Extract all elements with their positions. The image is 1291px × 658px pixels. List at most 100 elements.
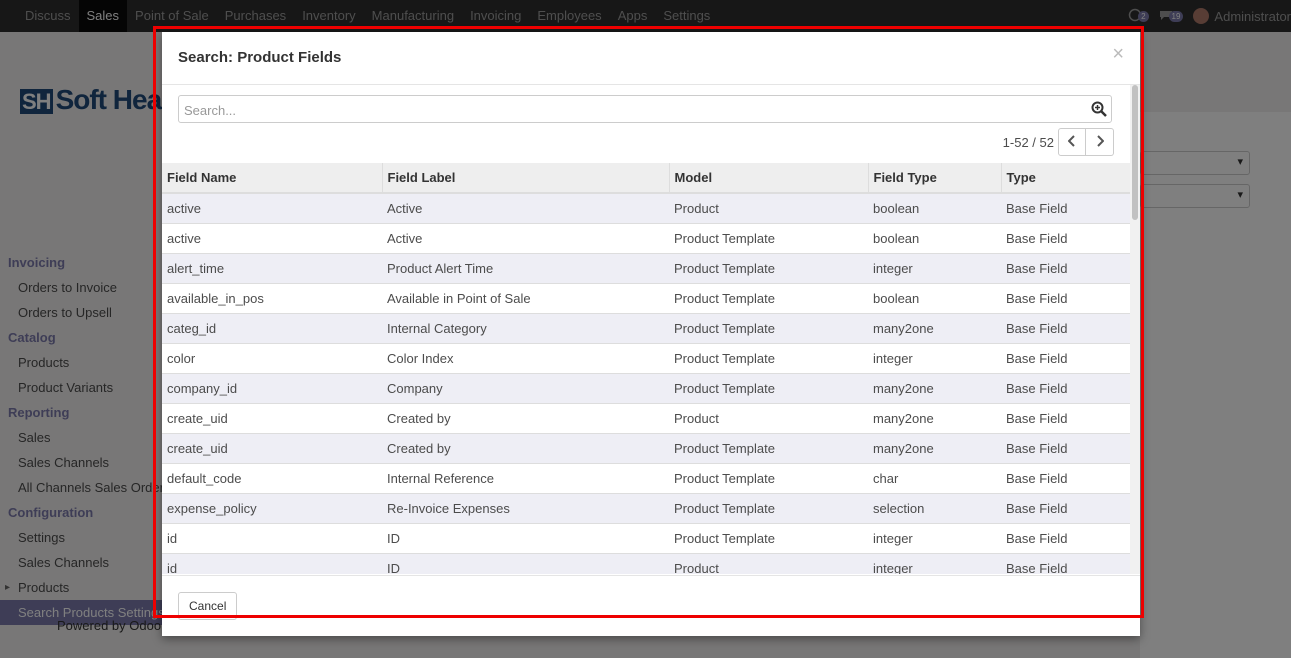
table-cell: Product Template — [669, 223, 868, 254]
table-cell: Base Field — [1001, 553, 1130, 574]
table-cell: Product Template — [669, 313, 868, 344]
table-row[interactable]: id ID Product integer Base Field — [162, 553, 1130, 574]
table-cell: active — [162, 223, 382, 254]
table-cell: boolean — [868, 192, 1001, 224]
table-cell: ID — [382, 523, 669, 554]
table-row[interactable]: create_uid Created by Product many2one Base … — [162, 403, 1130, 434]
table-cell: Product — [669, 403, 868, 434]
column-header[interactable]: Field Type — [868, 163, 1002, 194]
table-cell: Product Template — [669, 343, 868, 374]
search-icon[interactable] — [1091, 101, 1107, 117]
table-cell: ID — [382, 553, 669, 574]
table-cell: many2one — [868, 373, 1001, 404]
table-cell: create_uid — [162, 433, 382, 464]
pager-previous-button[interactable] — [1058, 128, 1086, 156]
table-cell: many2one — [868, 313, 1001, 344]
table-row[interactable]: default_code Internal Reference Product Te… — [162, 463, 1130, 494]
table-cell: default_code — [162, 463, 382, 494]
table-cell: alert_time — [162, 253, 382, 284]
table-cell: Base Field — [1001, 253, 1130, 284]
table-row[interactable]: available_in_pos Available in Point of Sa… — [162, 283, 1130, 314]
table-cell: Base Field — [1001, 433, 1130, 464]
table-cell: Base Field — [1001, 223, 1130, 254]
table-cell: Product Template — [669, 493, 868, 524]
table-cell: Company — [382, 373, 669, 404]
table-row[interactable]: active Active Product Template boolean Base … — [162, 223, 1130, 254]
table-cell: Base Field — [1001, 313, 1130, 344]
table-cell: Product Template — [669, 433, 868, 464]
table-cell: Product Template — [669, 283, 868, 314]
table-cell: Product — [669, 192, 868, 224]
chevron-right-icon — [1096, 134, 1104, 150]
table-cell: Base Field — [1001, 373, 1130, 404]
table-cell: Base Field — [1001, 403, 1130, 434]
table-cell: Created by — [382, 433, 669, 464]
search-box — [178, 95, 1112, 124]
table-cell: char — [868, 463, 1001, 494]
table-cell: Product Template — [669, 523, 868, 554]
table-cell: Base Field — [1001, 493, 1130, 524]
scrollbar-thumb[interactable] — [1132, 85, 1138, 220]
table-cell: Created by — [382, 403, 669, 434]
table-row[interactable]: categ_id Internal Category Product Templat… — [162, 313, 1130, 344]
table-row[interactable]: id ID Product Template integer Base Field — [162, 523, 1130, 554]
table-cell: Product Template — [669, 463, 868, 494]
table-cell: Color Index — [382, 343, 669, 374]
pager: 1-52 / 52 — [1003, 128, 1114, 156]
table-cell: Base Field — [1001, 283, 1130, 314]
table-cell: Internal Category — [382, 313, 669, 344]
table-cell: company_id — [162, 373, 382, 404]
search-input[interactable] — [179, 96, 1066, 124]
table-cell: expense_policy — [162, 493, 382, 524]
table-cell: integer — [868, 343, 1001, 374]
chevron-left-icon — [1067, 134, 1076, 150]
search-dialog: Search: Product Fields × 1-52 / 52 — [162, 32, 1140, 636]
table-row[interactable]: expense_policy Re-Invoice Expenses Product… — [162, 493, 1130, 524]
table-cell: Product Template — [669, 373, 868, 404]
scrollbar[interactable] — [1130, 85, 1140, 574]
column-header[interactable]: Model — [669, 163, 869, 194]
table-cell: selection — [868, 493, 1001, 524]
table-cell: active — [162, 192, 382, 224]
table-cell: many2one — [868, 433, 1001, 464]
close-icon[interactable]: × — [1112, 44, 1124, 64]
column-header[interactable]: Field Label — [382, 163, 670, 194]
table-cell: Product Alert Time — [382, 253, 669, 284]
table-cell: Base Field — [1001, 523, 1130, 554]
table-cell: integer — [868, 553, 1001, 574]
pager-next-button[interactable] — [1086, 128, 1114, 156]
table-row[interactable]: create_uid Created by Product Template many… — [162, 433, 1130, 464]
pager-value[interactable]: 1-52 / 52 — [1003, 135, 1054, 150]
table-cell: create_uid — [162, 403, 382, 434]
table-header-row: Field Name Field Label Model Field Type Type — [162, 163, 1130, 194]
table-row[interactable]: alert_time Product Alert Time Product Temp… — [162, 253, 1130, 284]
table-cell: id — [162, 553, 382, 574]
table-row[interactable]: color Color Index Product Template integer B… — [162, 343, 1130, 374]
table-cell: categ_id — [162, 313, 382, 344]
column-header[interactable]: Type — [1001, 163, 1130, 194]
results-table-container: Field Name Field Label Model Field Type Type… — [162, 163, 1130, 574]
table-row[interactable]: company_id Company Product Template many2on… — [162, 373, 1130, 404]
column-header[interactable]: Field Name — [162, 163, 383, 194]
table-cell: Active — [382, 192, 669, 224]
table-cell: Re-Invoice Expenses — [382, 493, 669, 524]
table-cell: Product — [669, 553, 868, 574]
table-cell: Base Field — [1001, 192, 1130, 224]
table-cell: Base Field — [1001, 343, 1130, 374]
dialog-header: Search: Product Fields × — [162, 32, 1140, 85]
table-row[interactable]: active Active Product boolean Base Field — [162, 192, 1130, 224]
table-cell: boolean — [868, 223, 1001, 254]
table-cell: integer — [868, 523, 1001, 554]
table-cell: Product Template — [669, 253, 868, 284]
dialog-title: Search: Product Fields — [178, 49, 342, 66]
table-cell: Active — [382, 223, 669, 254]
table-cell: id — [162, 523, 382, 554]
dialog-footer: Cancel — [162, 575, 1140, 637]
results-table: Field Name Field Label Model Field Type Type… — [162, 163, 1130, 574]
table-cell: Base Field — [1001, 463, 1130, 494]
table-cell: color — [162, 343, 382, 374]
table-cell: Internal Reference — [382, 463, 669, 494]
cancel-button[interactable]: Cancel — [178, 592, 238, 620]
table-cell: boolean — [868, 283, 1001, 314]
table-cell: available_in_pos — [162, 283, 382, 314]
